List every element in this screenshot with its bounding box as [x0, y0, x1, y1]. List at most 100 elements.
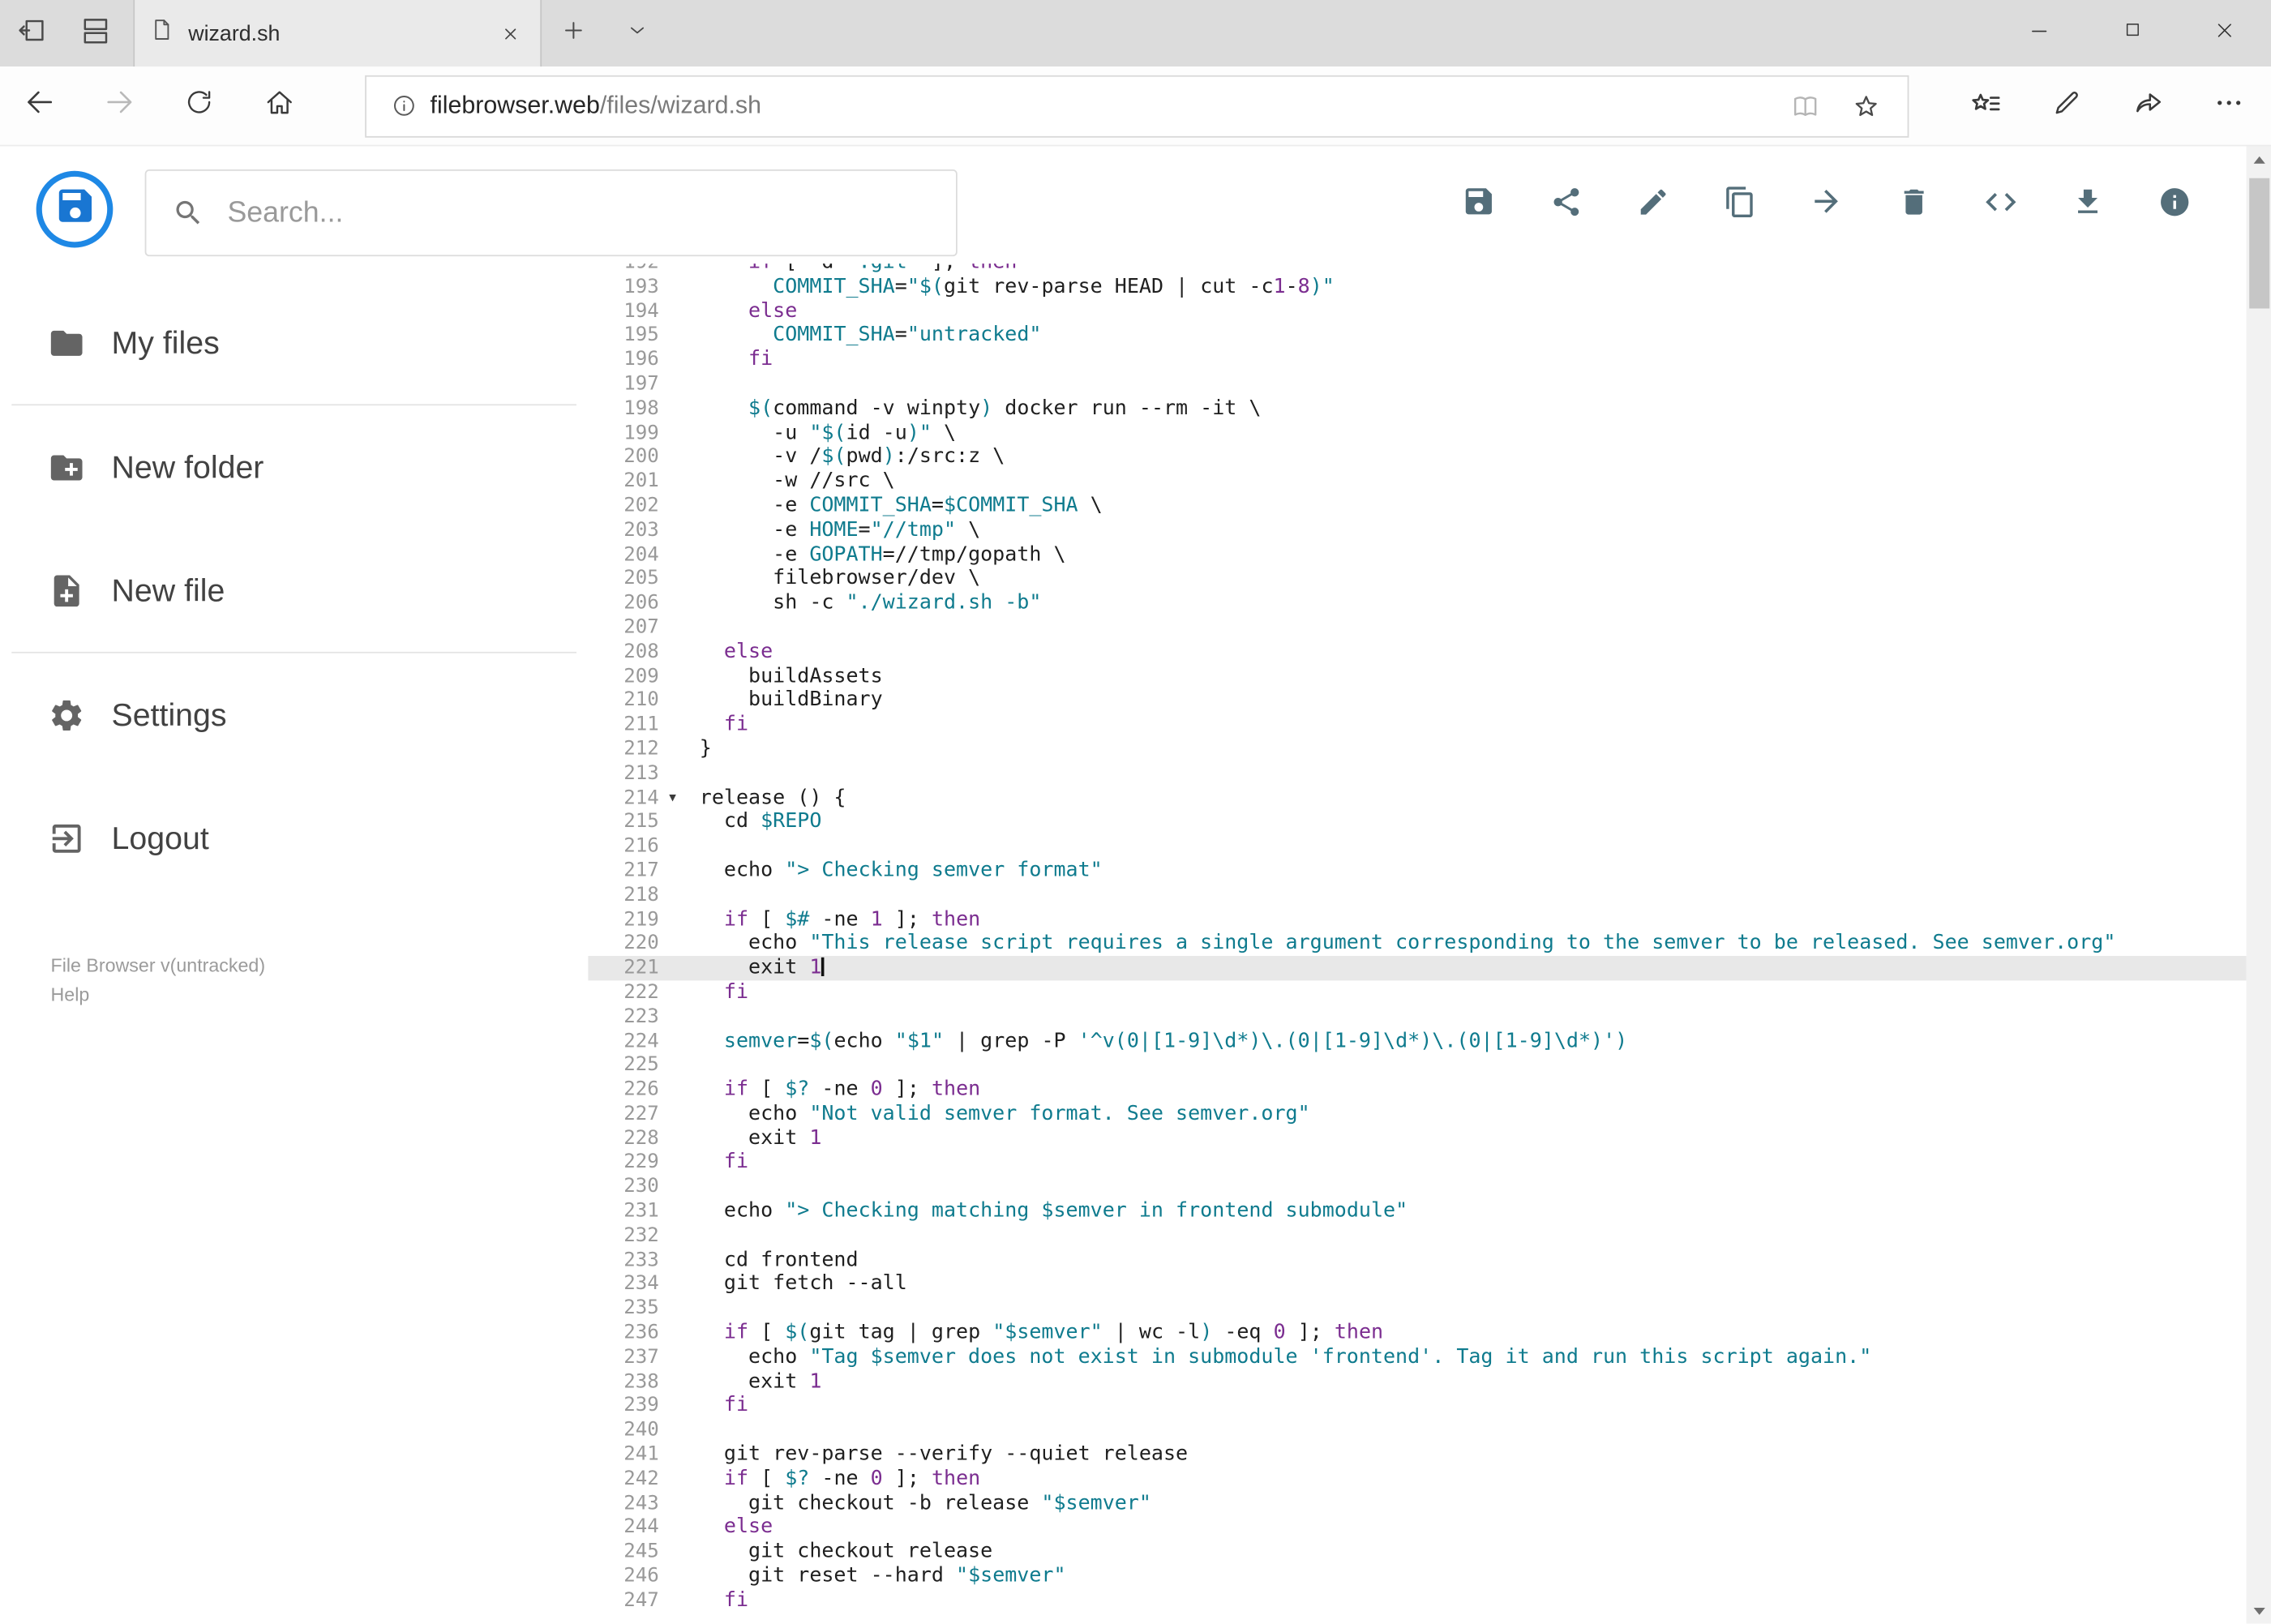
code-line[interactable]: 228 exit 1 [588, 1126, 2246, 1151]
code-line[interactable]: 199 -u "$(id -u)" \ [588, 421, 2246, 445]
code-line[interactable]: 202 -e COMMIT_SHA=$COMMIT_SHA \ [588, 494, 2246, 518]
add-favorite-star-button[interactable] [1835, 77, 1896, 135]
back-button[interactable] [0, 66, 79, 144]
code-line[interactable]: 221 exit 1 [588, 956, 2247, 981]
hub-favorites-button[interactable] [1945, 66, 2026, 144]
code-line[interactable]: 235 [588, 1296, 2246, 1321]
code-line[interactable]: 217 echo "> Checking semver format" [588, 859, 2246, 883]
filebrowser-logo[interactable] [36, 170, 114, 248]
code-line[interactable]: 208 else [588, 640, 2246, 664]
settings-more-button[interactable] [2188, 66, 2269, 144]
forward-button[interactable] [79, 66, 159, 144]
maximize-button[interactable] [2085, 0, 2178, 66]
code-line[interactable]: 204 -e GOPATH=//tmp/gopath \ [588, 542, 2246, 567]
minimize-button[interactable] [1993, 0, 2085, 66]
info-button[interactable] [2157, 187, 2192, 222]
code-line[interactable]: 209 buildAssets [588, 664, 2246, 688]
download-button[interactable] [2070, 187, 2105, 222]
code-line[interactable]: 236 if [ $(git tag | grep "$semver" | wc… [588, 1321, 2246, 1345]
code-line[interactable]: 233 cd frontend [588, 1248, 2246, 1272]
code-line[interactable]: 241 git rev-parse --verify --quiet relea… [588, 1442, 2246, 1467]
code-line[interactable]: 206 sh -c "./wizard.sh -b" [588, 591, 2246, 615]
scroll-down-arrow[interactable] [2247, 1597, 2271, 1623]
scroll-up-arrow[interactable] [2247, 146, 2271, 172]
close-window-button[interactable] [2179, 0, 2271, 66]
move-button[interactable] [1809, 187, 1844, 222]
fold-marker-icon[interactable]: ▼ [659, 786, 700, 810]
code-line[interactable]: 243 git checkout -b release "$semver" [588, 1491, 2246, 1515]
new-tab-button[interactable] [542, 0, 606, 66]
code-line[interactable]: 216 [588, 834, 2246, 859]
code-line[interactable]: 231 echo "> Checking matching $semver in… [588, 1199, 2246, 1223]
code-line[interactable]: 240 [588, 1418, 2246, 1442]
sidebar-item-settings[interactable]: Settings [0, 653, 588, 777]
code-line[interactable]: 245 git checkout release [588, 1540, 2246, 1564]
sidebar-item-new-folder[interactable]: New folder [0, 405, 588, 529]
code-line[interactable]: 244 else [588, 1515, 2246, 1540]
code-line[interactable]: 237 echo "Tag $semver does not exist in … [588, 1345, 2246, 1369]
code-line[interactable]: 242 if [ $? -ne 0 ]; then [588, 1467, 2246, 1491]
code-line[interactable]: 200 -v /$(pwd):/src:z \ [588, 445, 2246, 469]
save-button[interactable] [1461, 187, 1496, 222]
code-line[interactable]: 225 [588, 1053, 2246, 1078]
code-editor[interactable]: 192 if [ -d ".git" ]; then193 COMMIT_SHA… [588, 264, 2247, 1624]
code-line[interactable]: 222 fi [588, 980, 2246, 1005]
code-line[interactable]: 247 fi [588, 1588, 2246, 1613]
web-note-button[interactable] [2026, 66, 2107, 144]
share-button[interactable] [2107, 66, 2188, 144]
tab-preview-toggle[interactable] [606, 0, 670, 66]
code-line[interactable]: 192 if [ -d ".git" ]; then [588, 264, 2246, 275]
help-link[interactable]: Help [51, 980, 90, 1009]
code-line[interactable]: 218 [588, 883, 2246, 907]
code-line[interactable]: 210 buildBinary [588, 688, 2246, 713]
code-line[interactable]: 232 [588, 1223, 2246, 1248]
sidebar-item-logout[interactable]: Logout [0, 776, 588, 899]
rename-button[interactable] [1635, 187, 1670, 222]
code-line[interactable]: 197 [588, 372, 2246, 396]
home-button[interactable] [239, 66, 319, 144]
code-line[interactable]: 196 fi [588, 348, 2246, 372]
set-tabs-aside-button[interactable] [0, 0, 64, 66]
reading-view-button[interactable] [1774, 77, 1835, 135]
code-line[interactable]: 212} [588, 737, 2246, 761]
refresh-button[interactable] [159, 66, 238, 144]
code-line[interactable]: 224 semver=$(echo "$1" | grep -P '^v(0|[… [588, 1029, 2246, 1053]
code-line[interactable]: 238 exit 1 [588, 1369, 2246, 1394]
code-line[interactable]: 229 fi [588, 1151, 2246, 1175]
code-line[interactable]: 205 filebrowser/dev \ [588, 567, 2246, 591]
code-line[interactable]: 211 fi [588, 713, 2246, 737]
delete-button[interactable] [1896, 187, 1930, 222]
copy-button[interactable] [1722, 186, 1757, 222]
site-info-icon[interactable] [391, 92, 417, 118]
code-line[interactable]: 246 git reset --hard "$semver" [588, 1564, 2246, 1588]
sidebar-item-new-file[interactable]: New file [0, 529, 588, 652]
code-line[interactable]: 219 if [ $# -ne 1 ]; then [588, 907, 2246, 932]
share-file-button[interactable] [1549, 187, 1583, 222]
code-line[interactable]: 207 [588, 615, 2246, 640]
code-line[interactable]: 215 cd $REPO [588, 810, 2246, 834]
code-line[interactable]: 201 -w //src \ [588, 469, 2246, 494]
code-line[interactable]: 226 if [ $? -ne 0 ]; then [588, 1078, 2246, 1102]
code-line[interactable]: 220 echo "This release script requires a… [588, 932, 2246, 956]
sidebar-item-my-files[interactable]: My files [0, 281, 588, 405]
code-line[interactable]: 239 fi [588, 1394, 2246, 1418]
code-line[interactable]: 195 COMMIT_SHA="untracked" [588, 324, 2246, 348]
code-line[interactable]: 193 COMMIT_SHA="$(git rev-parse HEAD | c… [588, 275, 2246, 299]
browser-tab[interactable]: wizard.sh [133, 0, 542, 67]
code-line[interactable]: 203 -e HOME="//tmp" \ [588, 518, 2246, 542]
code-line[interactable]: 213 [588, 761, 2246, 786]
scrollbar-thumb[interactable] [2248, 178, 2269, 309]
code-line[interactable]: 234 git fetch --all [588, 1272, 2246, 1296]
raw-editor-button[interactable] [1983, 187, 2018, 222]
code-line[interactable]: 223 [588, 1005, 2246, 1029]
address-field[interactable]: filebrowser.web/files/wizard.sh [365, 74, 1909, 137]
code-line[interactable]: 227 echo "Not valid semver format. See s… [588, 1102, 2246, 1126]
code-line[interactable]: 198 $(command -v winpty) docker run --rm… [588, 396, 2246, 421]
tabs-set-aside-button[interactable] [64, 0, 128, 66]
vertical-scrollbar[interactable] [2246, 146, 2271, 1624]
code-line[interactable]: 214 ▼ release () { [588, 786, 2246, 810]
code-line[interactable]: 194 else [588, 299, 2246, 324]
search-box[interactable]: Search... [144, 169, 958, 257]
code-line[interactable]: 230 [588, 1175, 2246, 1199]
tab-close-icon[interactable] [494, 17, 525, 49]
